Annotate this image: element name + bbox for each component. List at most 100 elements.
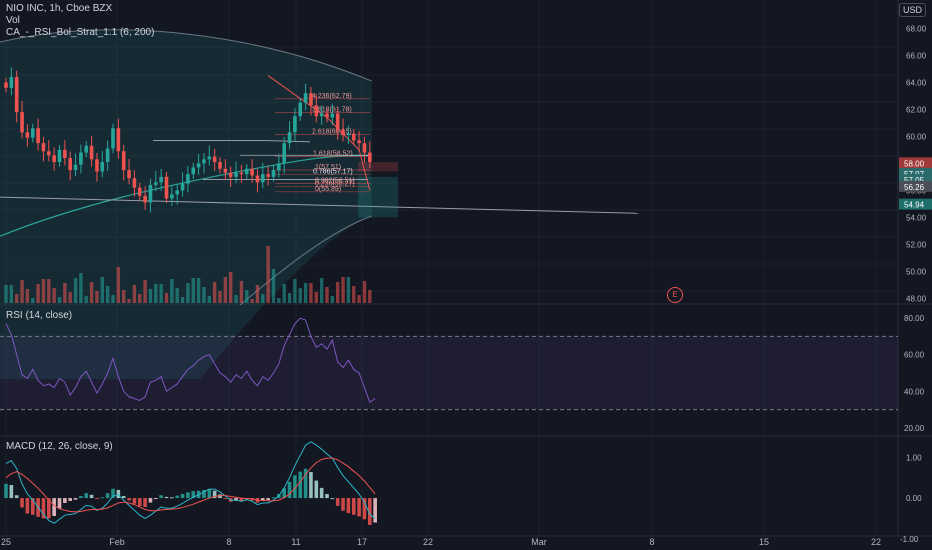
candle-body [47,151,51,156]
candle-body [293,116,297,133]
macd-histogram-bar [319,487,324,499]
volume-bar [191,278,195,303]
volume-bar [15,294,19,303]
macd-histogram-bar [298,471,303,499]
price-badge-label: 54.94 [904,201,925,210]
candle-body [319,113,324,117]
candle-body [309,93,313,106]
symbol-title[interactable]: NIO INC, 1h, Cboe BZX [6,3,112,14]
rsi-label[interactable]: RSI (14, close) [6,310,72,321]
macd-histogram-bar [14,495,19,499]
volume-bar [31,298,35,303]
volume-bar [277,298,281,303]
volume-bar [57,297,62,303]
earnings-letter: E [672,290,678,299]
candle-body [9,77,14,88]
candle-body [325,113,329,118]
candle-body [212,156,217,163]
volume-bar [41,279,46,303]
candle-body [116,128,121,152]
candle-body [41,143,46,152]
candle-body [330,113,335,118]
volume-bar [207,296,211,303]
volume-bar [175,288,179,303]
volume-bar [319,278,324,303]
volume-bar [9,285,14,303]
macd-histogram-bar [116,489,121,499]
stop-box [358,176,398,218]
rsi-tick-label: 20.00 [904,424,925,433]
currency-badge[interactable]: USD [898,3,926,17]
candle-body [282,143,286,164]
candle-body [68,157,72,171]
volume-bar [95,291,99,303]
volume-bar [164,293,169,303]
candle-body [228,172,233,177]
macd-histogram-bar [9,485,14,499]
volume-bar [223,277,228,303]
band-fill [0,29,372,380]
macd-histogram-bar [143,498,147,508]
volume-bar [196,278,201,303]
macd-histogram-bar [84,493,89,499]
candle-body [239,172,244,175]
candle-body [244,168,249,175]
fib-level-label: 0.786(57.17) [313,169,353,176]
candle-body [111,128,115,149]
macd-label[interactable]: MACD (12, 26, close, 9) [6,441,113,452]
volume-bar [362,281,367,303]
volume-bar [234,295,238,303]
time-tick-label: 22 [871,537,881,547]
candle-body [287,132,292,144]
candle-body [368,152,372,163]
volume-bar [186,283,190,303]
candle-body [362,143,367,153]
macd-histogram-bar [154,498,158,500]
candle-body [298,102,303,117]
volume-bar [352,286,356,303]
volume-indicator-label[interactable]: Vol [6,15,20,26]
macd-histogram-bar [57,498,62,509]
macd-histogram-bar [63,498,67,503]
time-tick-label: 11 [291,537,300,547]
volume-bar [159,284,163,303]
candle-body [4,82,8,88]
macd-histogram-bar [132,498,137,504]
price-tick-label: 66.00 [906,51,927,60]
macd-histogram-bar [25,498,30,514]
candle-body [25,132,30,138]
price-badge-label: 56.26 [904,183,925,192]
macd-histogram-bar [105,493,110,499]
volume-bar [309,283,313,303]
fib-level-label: 0(55.89) [315,186,341,193]
macd-histogram-bar [309,472,313,499]
volume-bar [105,286,110,303]
macd-histogram-bar [271,497,276,499]
macd-histogram-bar [68,498,72,501]
fib-level-label: 4.236(62.79) [312,93,352,100]
time-tick-label: 8 [226,537,231,547]
candle-body [63,149,67,158]
volume-bar [250,299,254,303]
candle-body [52,155,56,163]
volume-bar [122,290,126,303]
chart-canvas[interactable]: 4.236(62.79)3.618(61.78)2.618(60.15)1.61… [0,0,932,550]
strategy-label[interactable]: CA_-_RSI_Bol_Strat_1.1 (6, 200) [6,27,154,38]
volume-bar [261,294,265,303]
candle-body [175,190,179,195]
candle-body [223,168,228,173]
candle-body [121,151,126,171]
volume-bar [111,295,115,303]
candle-body [84,145,89,153]
macd-histogram-bar [335,498,340,506]
earnings-icon[interactable]: E [667,287,683,303]
macd-histogram-bar [357,498,361,517]
price-tick-label: 62.00 [906,105,927,114]
time-tick-label: Mar [531,537,547,547]
volume-bar [100,277,104,303]
volume-bar [266,246,270,303]
signal-line [5,457,376,513]
candle-body [79,152,83,165]
macd-histogram-bar [164,496,169,499]
volume-bar [298,288,302,303]
